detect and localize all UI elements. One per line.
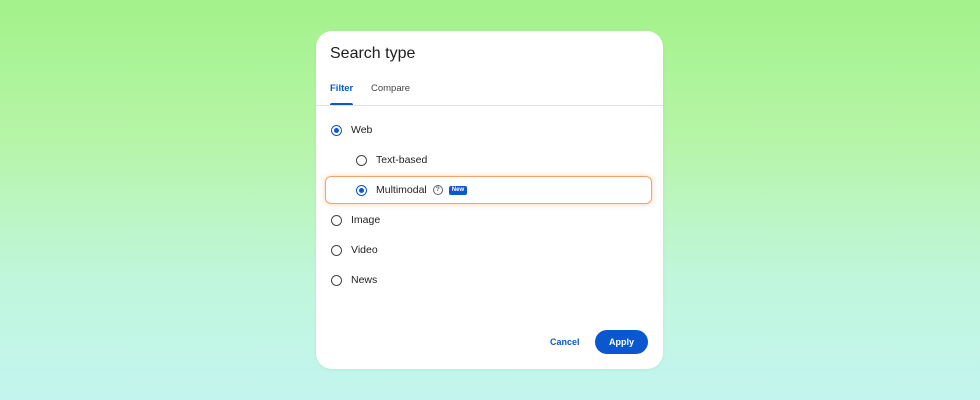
dialog-title: Search type (330, 45, 416, 62)
option-image-label: Image (351, 214, 381, 226)
radio-video[interactable] (331, 244, 342, 256)
new-badge: New (448, 185, 468, 195)
tab-compare[interactable]: Compare (371, 83, 410, 105)
option-multimodal-label: Multimodal (376, 184, 427, 196)
search-type-dialog: Search type Filter Compare Web Text-base… (316, 31, 663, 369)
option-web-label: Web (351, 124, 373, 136)
option-video-label: Video (351, 244, 378, 256)
radio-text-based[interactable] (356, 154, 367, 166)
tab-filter[interactable]: Filter (330, 83, 354, 105)
option-news-label: News (351, 274, 378, 286)
option-text-based[interactable]: Text-based (356, 150, 427, 170)
question-circle-icon[interactable]: ? (432, 185, 443, 195)
option-video[interactable]: Video (331, 240, 378, 260)
option-image[interactable]: Image (331, 210, 380, 230)
tab-bar: Filter Compare (316, 83, 663, 106)
radio-image[interactable] (331, 214, 342, 226)
radio-news[interactable] (331, 274, 342, 286)
option-text-based-label: Text-based (376, 154, 428, 166)
option-multimodal[interactable]: Multimodal ? New (356, 180, 468, 200)
apply-button[interactable]: Apply (595, 330, 648, 354)
cancel-button[interactable]: Cancel (546, 331, 584, 353)
radio-web[interactable] (331, 124, 342, 136)
radio-multimodal[interactable] (356, 184, 367, 196)
option-news[interactable]: News (331, 270, 377, 290)
option-web[interactable]: Web (331, 120, 372, 140)
